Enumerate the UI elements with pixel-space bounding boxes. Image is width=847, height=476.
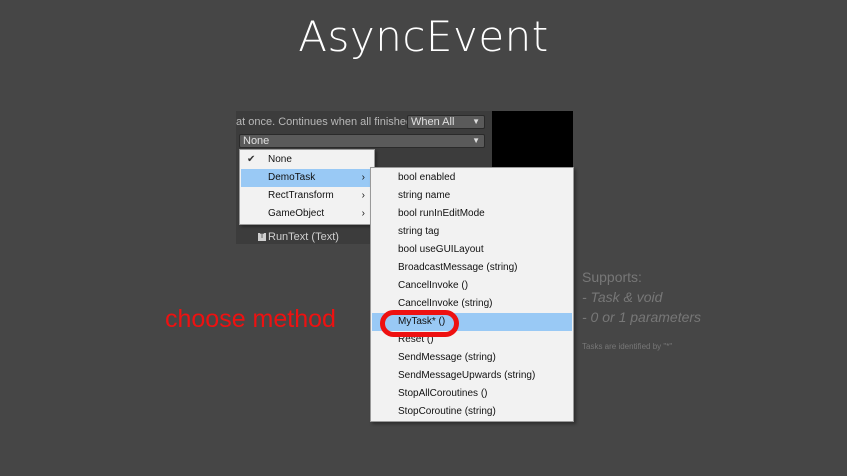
supports-line: - 0 or 1 parameters	[582, 309, 702, 325]
supports-line: - Task & void	[582, 289, 663, 305]
method-item[interactable]: bool runInEditMode	[372, 205, 572, 223]
method-item[interactable]: StopAllCoroutines ()	[372, 385, 572, 403]
menu-item-label: None	[268, 154, 292, 165]
method-label: StopCoroutine (string)	[398, 406, 496, 417]
mode-dropdown-label: When All	[411, 116, 455, 128]
method-label: SendMessage (string)	[398, 352, 496, 363]
chevron-right-icon: ›	[361, 172, 365, 183]
annotation-label: choose method	[165, 305, 336, 333]
method-label: bool useGUILayout	[398, 244, 484, 255]
method-item[interactable]: string tag	[372, 223, 572, 241]
method-submenu: bool enabled string name bool runInEditM…	[370, 167, 574, 422]
mode-dropdown[interactable]: When All ▼	[407, 115, 485, 129]
method-item[interactable]: string name	[372, 187, 572, 205]
chevron-right-icon: ›	[361, 190, 365, 201]
preview-panel	[492, 111, 573, 175]
method-label: CancelInvoke ()	[398, 280, 469, 291]
method-item[interactable]: SendMessage (string)	[372, 349, 572, 367]
checkmark-icon: ✔	[247, 154, 256, 165]
runtext-object: T RunText (Text)	[258, 231, 339, 243]
menu-item-gameobject[interactable]: GameObject ›	[241, 205, 373, 223]
method-label: SendMessageUpwards (string)	[398, 370, 536, 381]
method-item[interactable]: bool enabled	[372, 169, 572, 187]
runtext-label: RunText (Text)	[268, 231, 339, 243]
target-method-field[interactable]: None ▼	[239, 134, 485, 148]
menu-item-label: DemoTask	[268, 172, 316, 183]
method-item[interactable]: SendMessageUpwards (string)	[372, 367, 572, 385]
method-item[interactable]: BroadcastMessage (string)	[372, 259, 572, 277]
chevron-down-icon: ▼	[472, 117, 480, 126]
tasks-note: Tasks are identified by "*"	[582, 342, 673, 351]
method-label: string name	[398, 190, 451, 201]
method-item[interactable]: CancelInvoke ()	[372, 277, 572, 295]
menu-item-label: RectTransform	[268, 190, 334, 201]
supports-heading: Supports:	[582, 269, 642, 285]
method-label: StopAllCoroutines ()	[398, 388, 488, 399]
menu-item-demotask[interactable]: DemoTask ›	[241, 169, 373, 187]
annotation-circle	[380, 310, 459, 337]
method-item[interactable]: StopCoroutine (string)	[372, 403, 572, 421]
method-item[interactable]: bool useGUILayout	[372, 241, 572, 259]
mode-description: at once. Continues when all finished.	[236, 116, 416, 128]
menu-item-none[interactable]: ✔ None	[241, 151, 373, 169]
menu-item-label: GameObject	[268, 208, 325, 219]
chevron-down-icon: ▼	[472, 136, 480, 145]
supports-info: Supports: - Task & void - 0 or 1 paramet…	[582, 267, 701, 327]
menu-item-recttransform[interactable]: RectTransform ›	[241, 187, 373, 205]
method-label: bool enabled	[398, 172, 456, 183]
chevron-right-icon: ›	[361, 208, 365, 219]
text-component-icon: T	[258, 233, 266, 242]
method-label: BroadcastMessage (string)	[398, 262, 518, 273]
target-method-label: None	[243, 135, 270, 147]
method-label: string tag	[398, 226, 440, 237]
page-title: AsyncEvent	[298, 12, 549, 61]
method-label: bool runInEditMode	[398, 208, 485, 219]
component-menu: ✔ None DemoTask › RectTransform › GameOb…	[239, 149, 375, 225]
